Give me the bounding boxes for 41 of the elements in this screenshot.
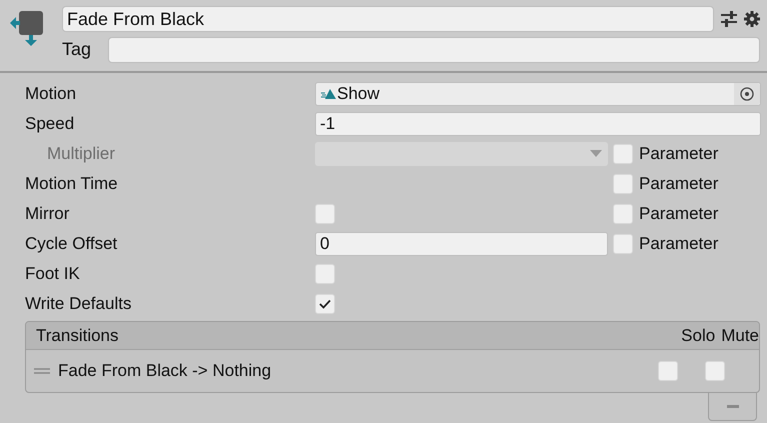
checkbox[interactable] — [315, 294, 335, 314]
animation-clip-icon — [321, 88, 337, 100]
property-label: Write Defaults — [25, 293, 132, 316]
checkbox[interactable] — [315, 204, 335, 224]
number-field[interactable]: -1 — [315, 112, 761, 136]
tag-label: Tag — [62, 38, 92, 61]
name-field[interactable]: Fade From Black — [62, 6, 714, 32]
parameter-checkbox[interactable] — [613, 204, 633, 224]
settings-icon[interactable] — [744, 11, 760, 27]
property-label: Foot IK — [25, 263, 81, 286]
object-field[interactable]: Show — [315, 82, 761, 106]
property-label: Mirror — [25, 203, 70, 226]
parameter-label: Parameter — [639, 233, 718, 256]
checkbox[interactable] — [315, 264, 335, 284]
minus-icon — [726, 405, 738, 408]
property-label: Motion Time — [25, 173, 119, 196]
sliders-icon[interactable] — [720, 10, 738, 28]
drag-handle-icon[interactable] — [34, 368, 50, 374]
checkmark-icon — [319, 299, 331, 309]
number-field[interactable]: 0 — [315, 232, 608, 256]
property-label: Multiplier — [46, 143, 116, 166]
object-value: Show — [337, 83, 381, 106]
list-title: Transitions — [36, 324, 120, 347]
mute-checkbox[interactable] — [705, 361, 725, 381]
transition-label[interactable]: Fade From Black -> Nothing — [58, 358, 658, 384]
dropdown-arrow-icon — [590, 150, 602, 158]
parameter-checkbox[interactable] — [613, 234, 633, 254]
column-header: Solo — [681, 324, 716, 347]
column-header: Mute — [721, 324, 759, 347]
parameter-label: Parameter — [639, 173, 718, 196]
tag-field[interactable] — [108, 36, 760, 62]
property-label: Motion — [25, 83, 78, 106]
parameter-checkbox[interactable] — [613, 174, 633, 194]
property-label: Speed — [25, 113, 76, 136]
remove-button[interactable] — [708, 393, 757, 421]
solo-checkbox[interactable] — [658, 361, 678, 381]
dropdown[interactable] — [315, 142, 608, 166]
parameter-label: Parameter — [639, 143, 718, 166]
object-picker-icon[interactable] — [740, 87, 754, 101]
property-label: Cycle Offset — [25, 233, 118, 256]
parameter-label: Parameter — [639, 203, 718, 226]
